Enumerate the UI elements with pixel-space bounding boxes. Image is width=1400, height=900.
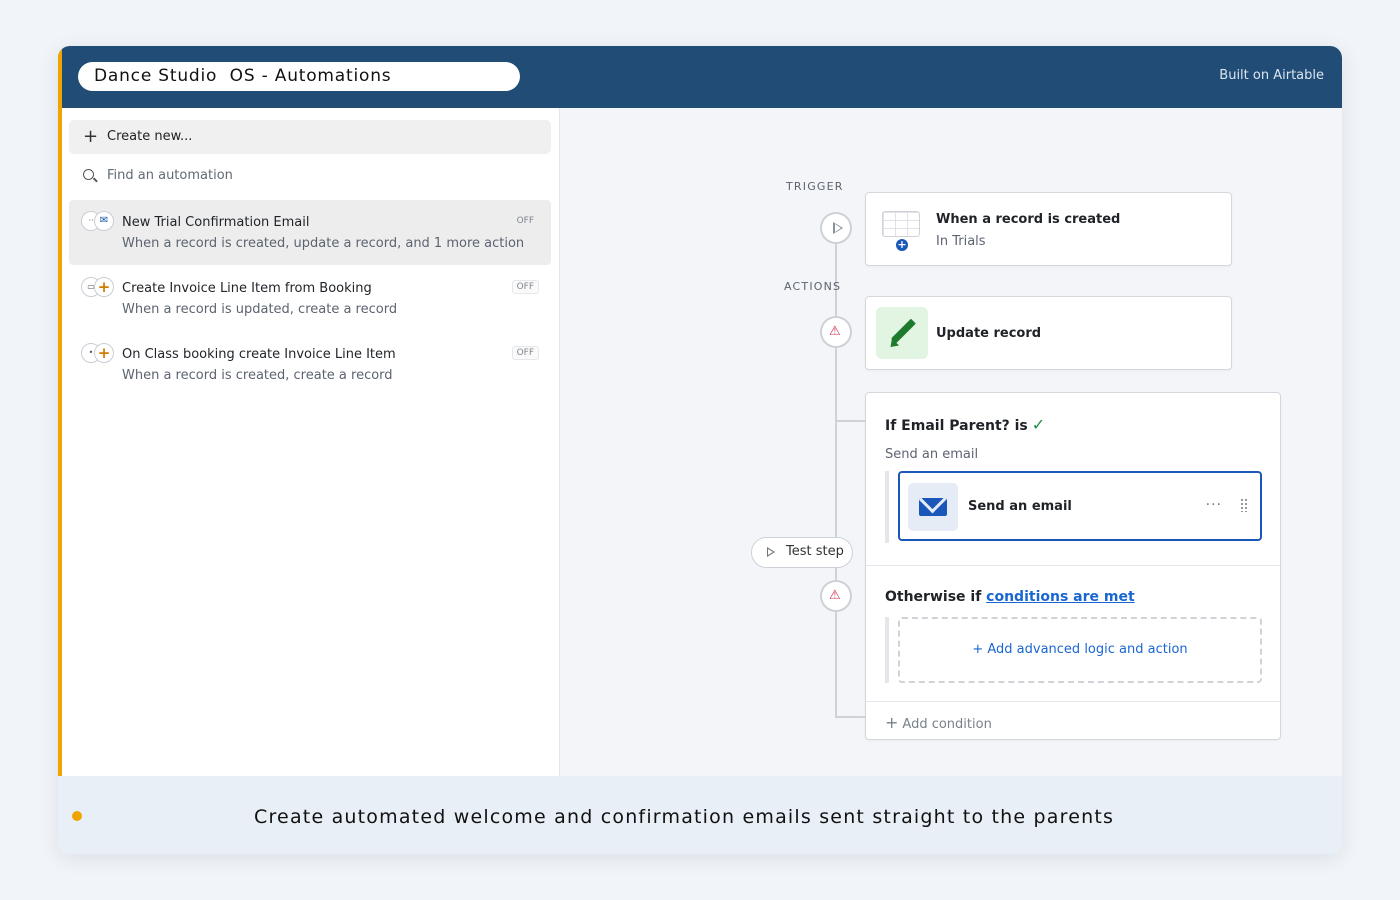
- app-header: Dance Studio OS - Automations Built on A…: [58, 46, 1342, 108]
- search-placeholder: Find an automation: [107, 168, 233, 183]
- app-window: Dance Studio OS - Automations Built on A…: [58, 46, 1342, 854]
- update-record-card[interactable]: Update record: [865, 296, 1232, 370]
- automation-item-invoice-from-booking[interactable]: ▭ + Create Invoice Line Item from Bookin…: [69, 266, 551, 331]
- branch-bar: [885, 617, 889, 683]
- add-icon: +: [94, 277, 114, 297]
- otherwise-prefix: Otherwise if: [885, 589, 982, 605]
- if-condition-text: If Email Parent? is: [885, 418, 1028, 434]
- update-step-warning-circle[interactable]: ⚠: [820, 316, 852, 348]
- update-record-title: Update record: [936, 326, 1042, 341]
- conditions-link[interactable]: conditions are met: [986, 589, 1134, 605]
- branch-divider: [866, 701, 1280, 702]
- plus-icon: +: [885, 713, 899, 732]
- warning-icon: ⚠: [829, 588, 841, 603]
- flow-connector: [835, 228, 837, 718]
- automations-sidebar: + Create new... Find an automation ·· ✉ …: [62, 108, 560, 776]
- caption-bar: Create automated welcome and confirmatio…: [58, 776, 1342, 854]
- if-condition[interactable]: If Email Parent? is ✓: [885, 415, 1045, 434]
- create-new-button[interactable]: + Create new...: [69, 120, 551, 154]
- play-icon: [833, 222, 843, 234]
- send-email-step[interactable]: Send an email ···: [898, 471, 1262, 541]
- trigger-label: TRIGGER: [786, 180, 844, 193]
- table-icon: [882, 211, 920, 237]
- test-step-label: Test step: [786, 544, 844, 559]
- add-advanced-logic-button[interactable]: + Add advanced logic and action: [898, 617, 1262, 683]
- base-title[interactable]: Dance Studio OS - Automations: [78, 62, 520, 91]
- actions-label: ACTIONS: [784, 280, 842, 293]
- automation-icons: • +: [81, 343, 115, 363]
- automation-name: Create Invoice Line Item from Booking: [122, 281, 372, 296]
- trigger-title: When a record is created: [936, 212, 1121, 227]
- more-options-icon[interactable]: ···: [1206, 497, 1222, 513]
- automation-icons: ·· ✉: [81, 211, 115, 231]
- create-new-label: Create new...: [107, 129, 193, 144]
- automation-description: When a record is updated, create a recor…: [122, 302, 398, 317]
- automation-name: New Trial Confirmation Email: [122, 215, 310, 230]
- check-icon: ✓: [1031, 415, 1046, 434]
- add-icon: +: [94, 343, 114, 363]
- mail-icon: ✉: [94, 211, 114, 231]
- add-record-icon: +: [896, 238, 908, 251]
- status-badge[interactable]: OFF: [511, 280, 539, 294]
- warning-icon: ⚠: [829, 324, 841, 339]
- otherwise-warning-circle[interactable]: ⚠: [820, 580, 852, 612]
- mail-icon: [908, 483, 958, 531]
- branch-connector: [835, 420, 866, 422]
- automation-icons: ▭ +: [81, 277, 115, 297]
- branch-bar: [885, 471, 889, 543]
- status-badge[interactable]: OFF: [512, 214, 539, 228]
- conditional-branch-card: If Email Parent? is ✓ Send an email Send …: [865, 392, 1281, 740]
- drag-handle-icon[interactable]: [1240, 498, 1248, 512]
- built-on-airtable-link[interactable]: Built on Airtable: [1219, 68, 1324, 83]
- test-step-button[interactable]: Test step: [751, 537, 853, 568]
- branch-divider: [866, 565, 1280, 566]
- add-condition-label: Add condition: [902, 717, 992, 732]
- pencil-icon: [876, 307, 928, 359]
- otherwise-condition: Otherwise if conditions are met: [885, 589, 1135, 605]
- automation-canvas: TRIGGER + When a record is created In Tr…: [560, 108, 1342, 776]
- automation-description: When a record is created, update a recor…: [122, 236, 525, 251]
- automation-item-new-trial[interactable]: ·· ✉ New Trial Confirmation Email When a…: [69, 200, 551, 265]
- add-condition-button[interactable]: + Add condition: [885, 713, 992, 732]
- find-automation-input[interactable]: Find an automation: [69, 160, 551, 192]
- automation-description: When a record is created, create a recor…: [122, 368, 393, 383]
- status-badge[interactable]: OFF: [511, 346, 539, 360]
- trigger-card[interactable]: + When a record is created In Trials: [865, 192, 1232, 266]
- trigger-subtitle: In Trials: [936, 234, 986, 249]
- branch-action-label: Send an email: [885, 447, 979, 462]
- trigger-status-circle[interactable]: [820, 212, 852, 244]
- branch-connector: [835, 716, 866, 718]
- bullet-dot: [72, 811, 82, 821]
- automation-item-class-booking-invoice[interactable]: • + On Class booking create Invoice Line…: [69, 332, 551, 397]
- automation-name: On Class booking create Invoice Line Ite…: [122, 347, 396, 362]
- play-icon: [767, 547, 775, 557]
- plus-icon: +: [83, 126, 99, 147]
- search-icon: [83, 169, 94, 180]
- caption-text: Create automated welcome and confirmatio…: [254, 806, 1115, 828]
- send-email-title: Send an email: [968, 499, 1072, 514]
